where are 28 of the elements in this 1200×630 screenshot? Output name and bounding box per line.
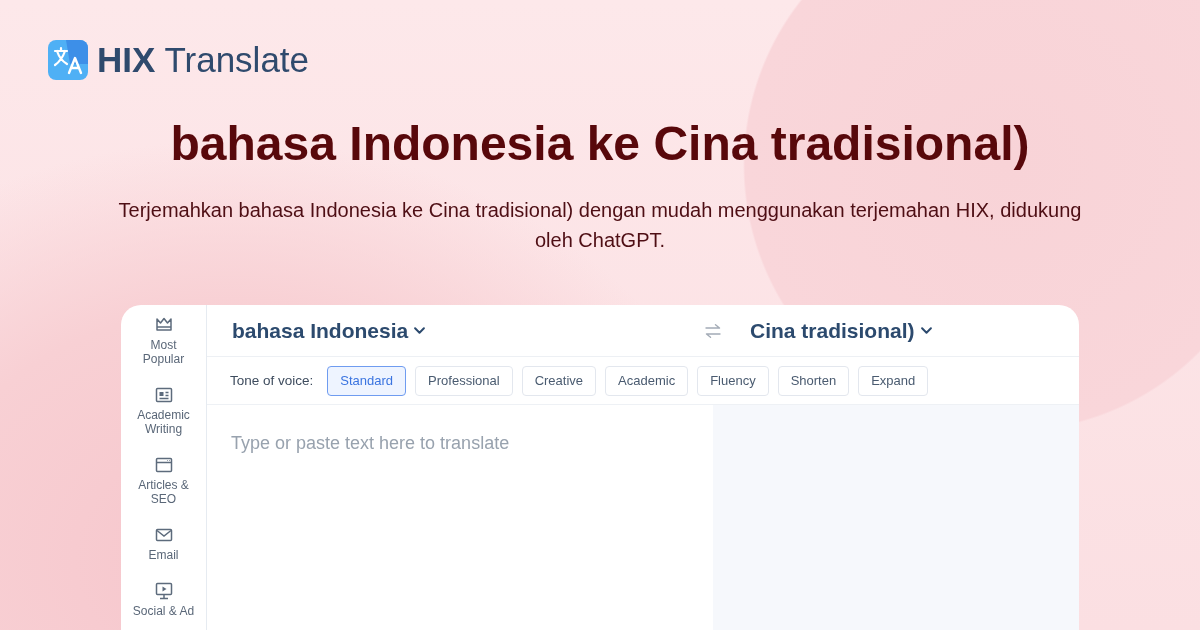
- target-language-dropdown[interactable]: Cina tradisional): [750, 318, 932, 343]
- logo-text: HIX Translate: [97, 40, 310, 80]
- tone-option-button[interactable]: Academic: [605, 365, 689, 396]
- sidebar-item[interactable]: Social & Ad: [125, 582, 202, 618]
- tone-label: Tone of voice:: [230, 373, 314, 388]
- crown-icon: [154, 316, 173, 334]
- sidebar-item[interactable]: Academic Writing: [125, 386, 202, 436]
- translation-icon: [48, 40, 88, 80]
- source-language-dropdown[interactable]: bahasa Indonesia: [232, 318, 426, 343]
- browser-window-icon: [154, 456, 173, 474]
- tone-option-button[interactable]: Fluency: [697, 365, 769, 396]
- article-card-icon: [154, 386, 173, 404]
- source-text-input[interactable]: Type or paste text here to translate: [207, 405, 713, 630]
- sidebar-item[interactable]: Most Popular: [125, 316, 202, 366]
- monitor-play-icon: [154, 582, 173, 600]
- tone-option-button[interactable]: Shorten: [777, 365, 850, 396]
- envelope-icon: [154, 526, 173, 544]
- subheadline: Terjemahkan bahasa Indonesia ke Cina tradisional) dengan mudah menggunakan terjemahan HIX, didukung oleh ChatGPT.: [117, 198, 1083, 253]
- chevron-down-icon: [414, 327, 426, 334]
- tone-option-button[interactable]: Professional: [415, 365, 513, 396]
- chevron-down-icon: [920, 327, 932, 334]
- tone-option-button[interactable]: Creative: [521, 365, 597, 396]
- tone-option-button[interactable]: Standard: [327, 365, 407, 396]
- swap-arrows-icon[interactable]: [705, 323, 721, 338]
- sidebar-item[interactable]: Articles & SEO: [125, 456, 202, 506]
- sidebar-item[interactable]: Email: [125, 526, 202, 562]
- headline: bahasa Indonesia ke Cina tradisional): [169, 116, 1031, 172]
- tone-option-button[interactable]: Expand: [858, 365, 929, 396]
